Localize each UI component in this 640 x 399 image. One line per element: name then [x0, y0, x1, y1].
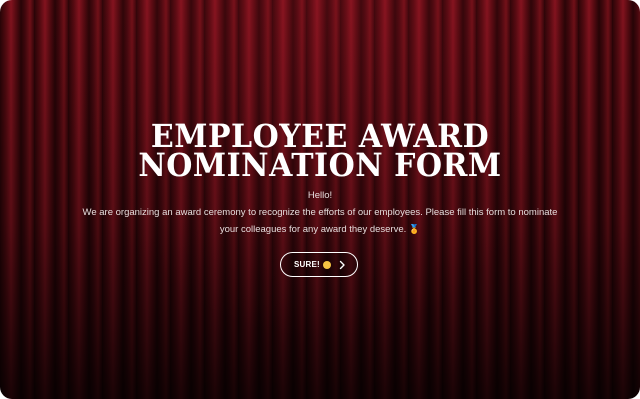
start-button[interactable]: SURE!: [280, 252, 358, 277]
grinning-face-icon: [322, 260, 331, 269]
greeting-text: Hello!: [307, 190, 333, 201]
welcome-screen: EMPLOYEE AWARD NOMINATION FORM Hello! We…: [0, 0, 640, 399]
start-button-label: SURE!: [294, 260, 320, 269]
description-body: We are organizing an award ceremony to r…: [82, 207, 558, 235]
medal-icon: 🏅: [408, 224, 421, 234]
welcome-content: EMPLOYEE AWARD NOMINATION FORM Hello! We…: [0, 121, 640, 238]
chevron-right-icon: [339, 260, 345, 269]
form-title-line-2: NOMINATION FORM: [138, 147, 502, 185]
form-title: EMPLOYEE AWARD NOMINATION FORM: [0, 121, 640, 185]
description-text: We are organizing an award ceremony to r…: [80, 205, 560, 238]
